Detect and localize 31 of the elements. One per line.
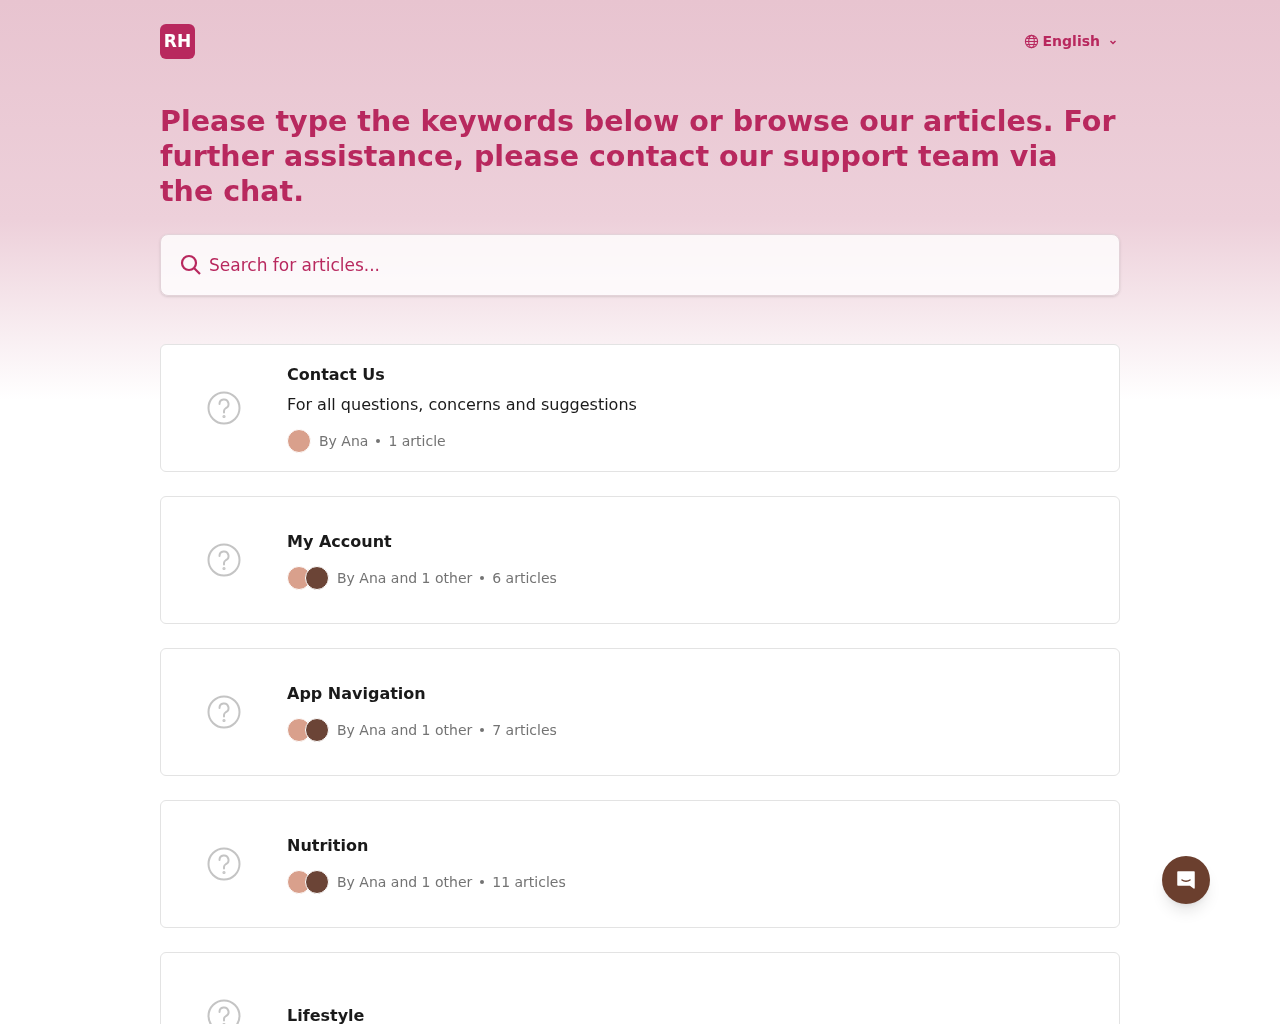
collection-card[interactable]: My Account By Ana and 1 other 6 articles bbox=[160, 496, 1120, 624]
collection-title: App Navigation bbox=[287, 683, 427, 705]
collection-title: Contact Us bbox=[287, 364, 386, 386]
question-circle-icon bbox=[207, 847, 241, 881]
author-text: By Ana bbox=[319, 431, 369, 451]
search-icon bbox=[180, 254, 202, 276]
author-text: By Ana and 1 other bbox=[337, 720, 473, 740]
article-count: 7 articles bbox=[492, 720, 557, 740]
chat-button[interactable] bbox=[1162, 856, 1210, 904]
collection-card[interactable]: Nutrition By Ana and 1 other 11 articles bbox=[160, 800, 1120, 928]
question-circle-icon bbox=[207, 543, 241, 577]
collection-card[interactable]: App Navigation By Ana and 1 other 7 articles bbox=[160, 648, 1120, 776]
collection-title: Nutrition bbox=[287, 835, 370, 857]
collection-card[interactable]: Lifestyle bbox=[160, 952, 1120, 1024]
author-text: By Ana and 1 other bbox=[337, 568, 473, 588]
chat-icon bbox=[1175, 869, 1197, 891]
collection-title: Lifestyle bbox=[287, 1005, 365, 1024]
question-circle-icon bbox=[207, 695, 241, 729]
question-circle-icon bbox=[207, 391, 241, 425]
article-count: 1 article bbox=[388, 431, 446, 451]
page-heading: Please type the keywords below or browse our articles. For further assistance, please contact our support team via the chat. bbox=[160, 104, 1117, 209]
globe-icon bbox=[1023, 34, 1039, 49]
article-count: 6 articles bbox=[492, 568, 557, 588]
logo[interactable]: RH bbox=[160, 24, 195, 59]
language-selector[interactable]: English bbox=[1023, 31, 1118, 52]
collection-title: My Account bbox=[287, 531, 393, 553]
search-field[interactable]: Search for articles... bbox=[160, 234, 1120, 296]
collection-description: For all questions, concerns and suggestions bbox=[287, 394, 637, 416]
article-count: 11 articles bbox=[492, 872, 566, 892]
author-text: By Ana and 1 other bbox=[337, 872, 473, 892]
collection-card[interactable]: Contact Us For all questions, concerns and suggestions By Ana 1 article bbox=[160, 344, 1120, 472]
